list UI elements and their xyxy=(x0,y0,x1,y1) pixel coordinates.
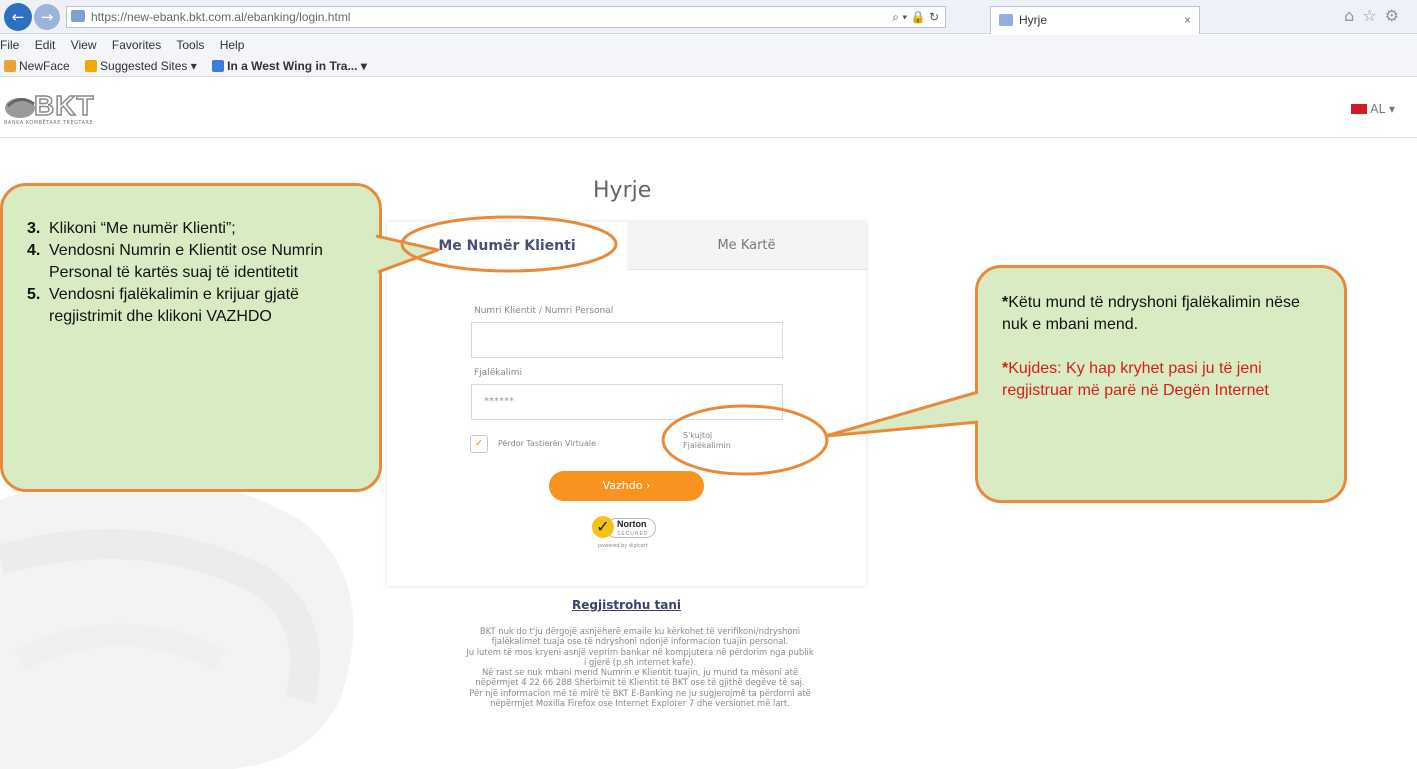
info-line: nëpërmjet Moxilla Firefox ose Internet E… xyxy=(490,698,790,709)
info-line: Ju lutem të mos kryeni asnjë veprim bank… xyxy=(466,646,814,657)
favorites-item-suggested[interactable]: Suggested Sites ▾ xyxy=(85,55,197,77)
info-notice: BKT nuk do t'ju dërgojë asnjëherë emaile… xyxy=(380,626,900,708)
register-link[interactable]: Regjistrohu tani xyxy=(572,598,681,612)
language-code: AL ▾ xyxy=(1370,102,1395,116)
tab-client-number[interactable]: Me Numër Klienti xyxy=(387,222,627,270)
checkmark-icon: ✓ xyxy=(592,516,614,538)
forward-arrow-icon[interactable]: → xyxy=(34,4,60,30)
forgot-password-callout: *Këtu mund të ndryshoni fjalëkalimin nës… xyxy=(975,265,1347,503)
callout-warning: *Kujdes: Ky hap kryhet pasi ju të jeni r… xyxy=(1002,358,1324,402)
forgot-line-1: S'kujtoj xyxy=(683,431,713,440)
info-line: nëpërmjet 4 22 66 288 Shërbimit të Klien… xyxy=(475,677,805,688)
instructions-callout: 3. Klikoni “Me numër Klienti”; 4. Vendosni… xyxy=(0,183,382,492)
norton-secured: SECURED xyxy=(617,531,649,537)
norton-powered: powered by digicert xyxy=(598,543,648,549)
logo-text: BKT xyxy=(33,89,95,122)
login-card: Me Numër Klienti Me Kartë Numri Klientit… xyxy=(387,222,866,586)
language-selector[interactable]: AL ▾ xyxy=(1351,102,1395,116)
info-line: BKT nuk do t'ju dërgojë asnjëherë emaile… xyxy=(479,626,801,636)
norton-badge: Norton SECURED ✓ powered by digicert xyxy=(592,516,662,556)
tab-card[interactable]: Me Kartë xyxy=(627,222,866,270)
password-input[interactable]: ****** xyxy=(471,384,783,420)
instruction-number: 4. xyxy=(27,242,41,259)
instruction-item: 5. Vendosni fjalëkalimin e krijuar gjatë … xyxy=(27,284,359,328)
tab-page-icon xyxy=(999,14,1013,26)
instruction-number: 5. xyxy=(27,286,41,303)
note-text: Këtu mund të ndryshoni fjalëkalimin nëse… xyxy=(1002,294,1300,333)
back-arrow-icon[interactable]: ← xyxy=(4,3,32,31)
info-line: Për një informacion më të mirë të BKT E-… xyxy=(469,687,811,698)
menu-help[interactable]: Help xyxy=(220,38,245,52)
fav-label: In a West Wing in Tra... ▾ xyxy=(227,59,367,73)
instruction-item: 4. Vendosni Numrin e Klientit ose Numrin … xyxy=(27,240,359,284)
instruction-text: Klikoni “Me numër Klienti”; xyxy=(49,220,236,237)
pencil-icon xyxy=(4,60,16,72)
info-line: Në rast se nuk mbani mend Numrin e Klien… xyxy=(481,667,799,678)
albania-flag-icon xyxy=(1351,104,1368,114)
instruction-item: 3. Klikoni “Me numër Klienti”; xyxy=(27,218,359,240)
info-line: fjalëkalimet tuaja ose të ndryshoni ndon… xyxy=(491,636,789,647)
virtual-keyboard-label: Përdor Tastierën Virtuale xyxy=(498,439,597,448)
tab-close-icon[interactable]: × xyxy=(1184,7,1191,33)
forgot-line-2: Fjalëkalimin xyxy=(683,441,731,450)
suggested-icon xyxy=(85,60,98,72)
menu-tools[interactable]: Tools xyxy=(176,38,204,52)
browser-toolbar-icons: ⌂☆⚙ xyxy=(1344,6,1407,25)
instruction-number: 3. xyxy=(27,220,41,237)
logo-subtitle: BANKA KOMBËTARE TREGTARE xyxy=(4,120,94,126)
site-icon xyxy=(71,10,85,22)
info-line: i gjerë (p.sh internet kafe). xyxy=(583,656,697,667)
url-field[interactable]: https://new-ebank.bkt.com.al/ebanking/lo… xyxy=(66,6,946,28)
fav-label: NewFace xyxy=(19,59,70,73)
url-tools[interactable]: ⌕ ▾ 🔒 ↻ xyxy=(892,7,939,27)
virtual-keyboard-checkbox[interactable]: ✓ xyxy=(470,435,488,453)
password-label: Fjalëkalimi xyxy=(474,368,523,378)
menu-favorites[interactable]: Favorites xyxy=(112,38,161,52)
client-number-label: Numri Klientit / Numri Personal xyxy=(474,306,614,316)
menu-file[interactable]: File xyxy=(0,38,19,52)
norton-name: Norton xyxy=(617,519,647,529)
callout-note: *Këtu mund të ndryshoni fjalëkalimin nës… xyxy=(1002,292,1324,336)
ie-page-icon xyxy=(212,60,225,72)
instruction-text: Vendosni Numrin e Klientit ose Numrin Pe… xyxy=(49,242,323,281)
fav-label: Suggested Sites ▾ xyxy=(100,59,197,73)
login-tabs: Me Numër Klienti Me Kartë xyxy=(387,222,866,270)
browser-address-bar: ← → https://new-ebank.bkt.com.al/ebankin… xyxy=(0,0,1417,34)
page-title: Hyrje xyxy=(593,178,652,203)
browser-tab[interactable]: Hyrje × xyxy=(990,6,1200,34)
star-icon[interactable]: ☆ xyxy=(1362,6,1384,25)
gear-icon[interactable]: ⚙ xyxy=(1385,6,1407,25)
instruction-text: Vendosni fjalëkalimin e krijuar gjatë re… xyxy=(49,286,299,325)
bkt-logo[interactable]: BKT BANKA KOMBËTARE TREGTARE xyxy=(4,89,114,126)
continue-button[interactable]: Vazhdo › xyxy=(549,471,704,501)
menu-view[interactable]: View xyxy=(71,38,97,52)
tab-title: Hyrje xyxy=(1019,13,1048,27)
logo-emblem-icon xyxy=(5,98,35,118)
site-header: BKT BANKA KOMBËTARE TREGTARE AL ▾ xyxy=(0,78,1417,138)
favorites-item-newface[interactable]: NewFace xyxy=(4,55,70,77)
menu-bar: File Edit View Favorites Tools Help xyxy=(0,35,1417,55)
client-number-input[interactable] xyxy=(471,322,783,358)
forgot-password-link[interactable]: S'kujtoj Fjalëkalimin xyxy=(683,431,763,451)
url-text: https://new-ebank.bkt.com.al/ebanking/lo… xyxy=(91,10,351,24)
favorites-bar: NewFace Suggested Sites ▾ In a West Wing… xyxy=(0,55,1417,77)
favorites-item-westwing[interactable]: In a West Wing in Tra... ▾ xyxy=(212,55,367,77)
home-icon[interactable]: ⌂ xyxy=(1344,6,1362,25)
menu-edit[interactable]: Edit xyxy=(35,38,56,52)
warning-text: Kujdes: Ky hap kryhet pasi ju të jeni re… xyxy=(1002,360,1269,399)
